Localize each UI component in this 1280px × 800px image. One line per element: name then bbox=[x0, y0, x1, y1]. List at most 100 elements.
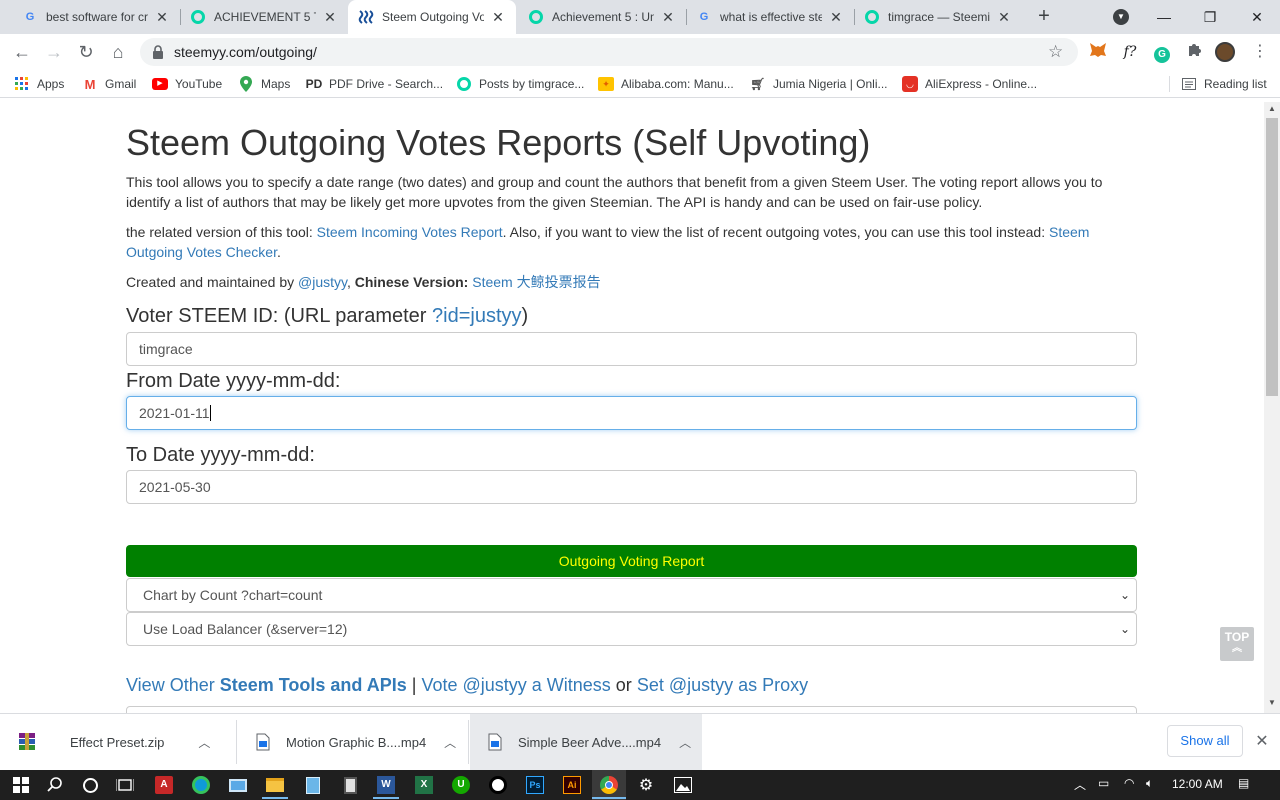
close-icon[interactable]: ✕ bbox=[154, 9, 170, 25]
scroll-down-arrow-icon[interactable]: ▼ bbox=[1264, 698, 1280, 712]
download-item-simple-beer[interactable]: Simple Beer Adve....mp4 ︿ bbox=[470, 714, 702, 770]
close-icon[interactable]: ✕ bbox=[660, 9, 676, 25]
tab-achievement-5-un[interactable]: Achievement 5 : Un ✕ bbox=[518, 0, 686, 34]
inkscape-icon[interactable] bbox=[485, 772, 511, 798]
chevron-up-icon[interactable]: ︿ bbox=[444, 734, 456, 751]
tab-title: ACHIEVEMENT 5 TA bbox=[214, 10, 316, 24]
reading-list-button[interactable]: Reading list bbox=[1181, 75, 1267, 93]
window-close-button[interactable]: ✕ bbox=[1234, 0, 1280, 34]
bookmark-alibaba[interactable]: ✦ Alibaba.com: Manu... bbox=[598, 75, 734, 93]
settings-gear-icon[interactable]: ⚙ bbox=[633, 772, 659, 798]
bookmark-posts-by-timgrace[interactable]: Posts by timgrace... bbox=[456, 75, 584, 93]
close-icon[interactable]: ✕ bbox=[490, 9, 506, 25]
windows-start-icon[interactable] bbox=[8, 772, 34, 798]
photoshop-icon[interactable]: Ps bbox=[522, 772, 548, 798]
lock-icon[interactable] bbox=[152, 45, 164, 59]
volume-icon[interactable]: 🔈︎ bbox=[1146, 776, 1153, 791]
outgoing-voting-report-button[interactable]: Outgoing Voting Report bbox=[126, 545, 1137, 577]
justyy-author-link[interactable]: @justyy bbox=[298, 274, 347, 290]
search-icon[interactable] bbox=[42, 772, 68, 798]
forward-arrow-icon[interactable]: → bbox=[42, 40, 66, 64]
tab-best-software[interactable]: G best software for cr ✕ bbox=[12, 0, 180, 34]
bookmark-maps[interactable]: Maps bbox=[238, 75, 290, 93]
bookmark-star-icon[interactable]: ☆ bbox=[1048, 42, 1063, 62]
tab-steem-outgoing-votes[interactable]: Steem Outgoing Vo ✕ bbox=[348, 0, 516, 34]
close-icon[interactable]: ✕ bbox=[322, 9, 338, 25]
back-arrow-icon[interactable]: ← bbox=[10, 40, 34, 64]
word-icon[interactable]: W bbox=[373, 772, 399, 798]
server-select[interactable]: Use Load Balancer (&server=12) ⌄ bbox=[126, 612, 1137, 646]
related-paragraph: the related version of this tool: Steem … bbox=[126, 224, 1090, 260]
view-other-tools-link[interactable]: View Other Steem Tools and APIs bbox=[126, 675, 407, 695]
chinese-version-label: Chinese Version: bbox=[354, 274, 469, 290]
close-icon[interactable]: ✕ bbox=[996, 9, 1012, 25]
battery-icon[interactable]: ▭ bbox=[1098, 776, 1109, 790]
voter-id-input[interactable]: timgrace bbox=[126, 332, 1137, 366]
calculator-icon[interactable] bbox=[337, 772, 363, 798]
show-all-downloads-button[interactable]: Show all bbox=[1167, 725, 1243, 757]
incoming-votes-link[interactable]: Steem Incoming Votes Report bbox=[317, 224, 503, 240]
tray-chevron-up-icon[interactable]: ︿ bbox=[1074, 776, 1086, 793]
tab-search-dropdown-icon[interactable]: ▼ bbox=[1113, 9, 1129, 25]
illustrator-icon[interactable]: Ai bbox=[559, 772, 585, 798]
steemit-icon bbox=[528, 9, 544, 25]
bookmark-youtube[interactable]: ▶ YouTube bbox=[152, 75, 222, 93]
to-date-input[interactable]: 2021-05-30 bbox=[126, 470, 1137, 504]
id-param-link[interactable]: ?id=justyy bbox=[432, 305, 522, 327]
wifi-icon[interactable]: ◠ bbox=[1124, 776, 1134, 790]
puzzle-icon[interactable] bbox=[1184, 42, 1204, 62]
text-caret bbox=[209, 405, 211, 421]
grammarly-icon[interactable]: G bbox=[1152, 42, 1172, 63]
task-view-icon[interactable] bbox=[112, 772, 138, 798]
acrobat-icon[interactable]: A bbox=[151, 772, 177, 798]
close-downloads-icon[interactable]: ✕ bbox=[1253, 731, 1271, 751]
upwork-icon[interactable]: U bbox=[448, 772, 474, 798]
download-separator bbox=[236, 720, 237, 764]
home-icon[interactable]: ⌂ bbox=[106, 40, 130, 64]
avatar[interactable] bbox=[1215, 42, 1235, 62]
edge-icon[interactable] bbox=[188, 772, 214, 798]
chrome-icon[interactable] bbox=[596, 772, 622, 798]
running-indicator bbox=[373, 797, 399, 799]
new-tab-button[interactable]: + bbox=[1033, 6, 1055, 28]
notifications-icon[interactable]: ▤ bbox=[1238, 776, 1249, 790]
tab-title: Achievement 5 : Un bbox=[552, 10, 654, 24]
vote-witness-link[interactable]: Vote @justyy a Witness bbox=[421, 675, 610, 695]
chevron-up-icon[interactable]: ︿ bbox=[198, 734, 210, 751]
tab-timgrace-steemit[interactable]: timgrace — Steemit ✕ bbox=[854, 0, 1022, 34]
tab-what-is-effective[interactable]: G what is effective ste ✕ bbox=[686, 0, 854, 34]
download-item-motion-graphic[interactable]: Motion Graphic B....mp4 ︿ bbox=[254, 714, 468, 770]
taskbar-clock[interactable]: 12:00 AM bbox=[1172, 777, 1223, 791]
scroll-up-arrow-icon[interactable]: ▲ bbox=[1264, 104, 1280, 118]
fquestion-icon[interactable]: f? bbox=[1120, 42, 1140, 62]
bookmark-gmail[interactable]: M Gmail bbox=[82, 75, 137, 93]
tab-achievement-5-ta[interactable]: ACHIEVEMENT 5 TA ✕ bbox=[180, 0, 348, 34]
file-explorer-icon[interactable] bbox=[262, 772, 288, 798]
photos-icon[interactable] bbox=[670, 772, 696, 798]
chevron-up-icon[interactable]: ︿ bbox=[679, 734, 691, 751]
download-item-effect-preset[interactable]: Effect Preset.zip ︿ bbox=[18, 714, 238, 770]
excel-icon[interactable]: X bbox=[411, 772, 437, 798]
set-proxy-link[interactable]: Set @justyy as Proxy bbox=[637, 675, 808, 695]
chart-type-select[interactable]: Chart by Count ?chart=count ⌄ bbox=[126, 578, 1137, 612]
close-icon[interactable]: ✕ bbox=[828, 9, 844, 25]
scrollbar-thumb[interactable] bbox=[1266, 118, 1278, 396]
google-icon: G bbox=[25, 11, 35, 23]
bookmark-jumia[interactable]: 🛒︎ Jumia Nigeria | Onli... bbox=[750, 75, 887, 93]
back-to-top-button[interactable]: TOP ︽ bbox=[1220, 627, 1254, 661]
bookmark-apps[interactable]: Apps bbox=[14, 75, 64, 93]
from-date-input[interactable]: 2021-01-11 bbox=[126, 396, 1137, 430]
restore-button[interactable]: ❐ bbox=[1187, 0, 1233, 34]
chinese-version-link[interactable]: Steem 大鲸投票报告 bbox=[472, 274, 600, 290]
reload-icon[interactable]: ↻ bbox=[74, 40, 98, 64]
url-text[interactable]: steemyy.com/outgoing/ bbox=[174, 44, 317, 60]
bookmark-aliexpress[interactable]: ◡ AliExpress - Online... bbox=[902, 75, 1037, 93]
cortana-icon[interactable] bbox=[77, 772, 103, 798]
kebab-menu-icon[interactable]: ⋮ bbox=[1250, 42, 1270, 62]
bookmark-pdf-drive[interactable]: PD PDF Drive - Search... bbox=[306, 75, 443, 93]
display-settings-icon[interactable] bbox=[225, 772, 251, 798]
partial-textarea[interactable] bbox=[126, 706, 1137, 713]
minimize-button[interactable]: — bbox=[1141, 0, 1187, 34]
metamask-icon[interactable] bbox=[1088, 42, 1108, 62]
notepad-icon[interactable] bbox=[300, 772, 326, 798]
